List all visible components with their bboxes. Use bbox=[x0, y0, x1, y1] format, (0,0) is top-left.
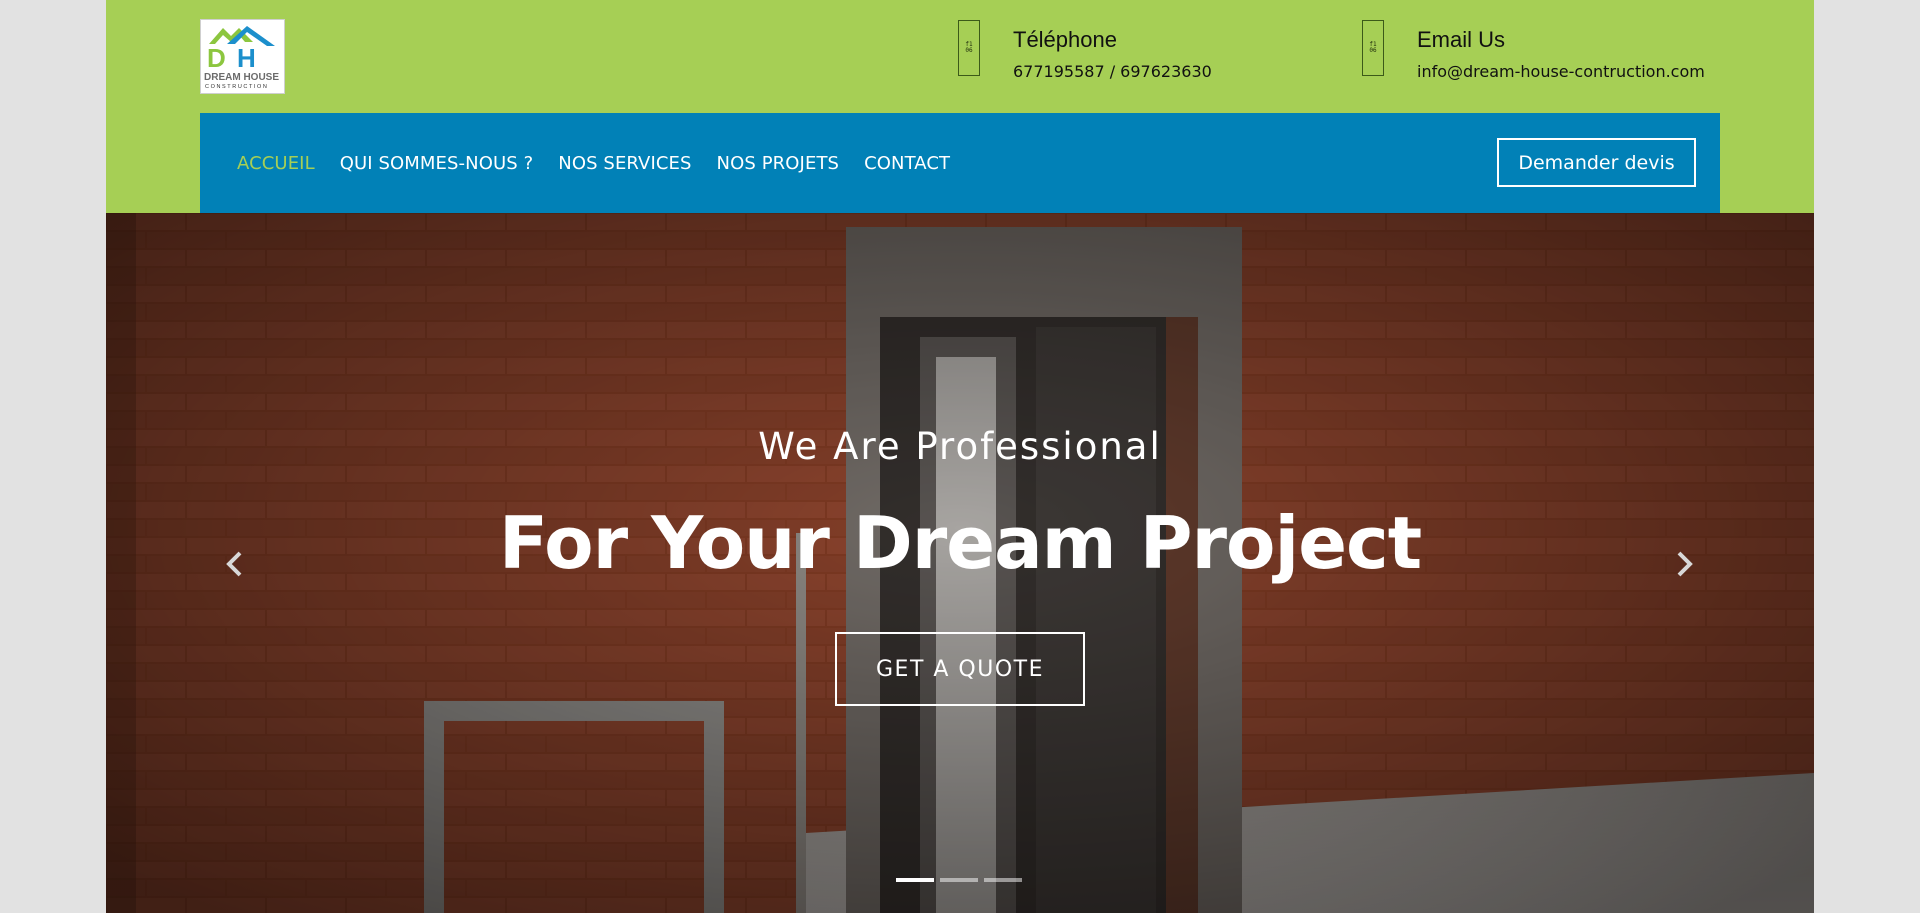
hero-title: For Your Dream Project bbox=[498, 501, 1422, 585]
get-quote-button[interactable]: GET A QUOTE bbox=[835, 632, 1085, 706]
nav-item-qui-sommes-nous[interactable]: QUI SOMMES-NOUS ? bbox=[340, 153, 534, 174]
logo-graphic: D H DREAM HOUSE CONSTRUCTION bbox=[204, 26, 279, 90]
nav-item-nos-services[interactable]: NOS SERVICES bbox=[558, 153, 691, 174]
email-contact: f1 06 Email Us info@dream-house-contructi… bbox=[1362, 20, 1705, 81]
svg-text:D: D bbox=[207, 43, 226, 73]
logo[interactable]: D H DREAM HOUSE CONSTRUCTION bbox=[200, 19, 285, 94]
phone-number[interactable]: 677195587 / 697623630 bbox=[1013, 62, 1212, 81]
site-wrapper: D H DREAM HOUSE CONSTRUCTION f1 06 Téléph… bbox=[106, 0, 1814, 913]
slider-dot-1[interactable] bbox=[896, 878, 934, 882]
nav-item-nos-projets[interactable]: NOS PROJETS bbox=[717, 153, 840, 174]
demander-devis-button[interactable]: Demander devis bbox=[1497, 138, 1696, 187]
nav-item-accueil[interactable]: ACCUEIL bbox=[237, 153, 315, 174]
email-address[interactable]: info@dream-house-contruction.com bbox=[1417, 62, 1705, 81]
main-navbar: ACCUEIL QUI SOMMES-NOUS ? NOS SERVICES N… bbox=[200, 113, 1720, 213]
nav-item-contact[interactable]: CONTACT bbox=[864, 153, 950, 174]
nav-menu: ACCUEIL QUI SOMMES-NOUS ? NOS SERVICES N… bbox=[237, 153, 975, 174]
email-icon: f1 06 bbox=[1362, 20, 1384, 76]
slider-dot-2[interactable] bbox=[940, 878, 978, 882]
svg-text:DREAM HOUSE: DREAM HOUSE bbox=[204, 72, 279, 83]
phone-contact: f1 06 Téléphone 677195587 / 697623630 bbox=[958, 20, 1212, 81]
hero-slider: We Are Professional For Your Dream Proje… bbox=[106, 213, 1814, 913]
hero-subtitle: We Are Professional bbox=[758, 425, 1162, 468]
slider-dot-3[interactable] bbox=[984, 878, 1022, 882]
svg-text:CONSTRUCTION: CONSTRUCTION bbox=[205, 84, 269, 90]
svg-text:H: H bbox=[237, 43, 256, 73]
phone-title: Téléphone bbox=[1013, 27, 1117, 52]
phone-icon: f1 06 bbox=[958, 20, 980, 76]
slider-indicators bbox=[896, 878, 1028, 882]
email-title: Email Us bbox=[1417, 27, 1506, 52]
